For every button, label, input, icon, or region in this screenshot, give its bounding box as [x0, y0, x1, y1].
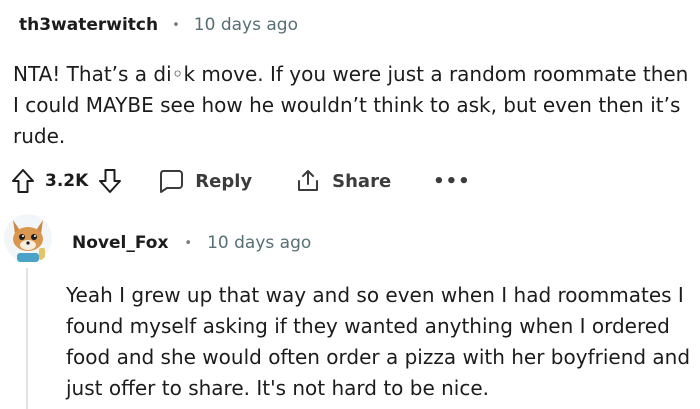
comment-username[interactable]: th3waterwitch: [19, 15, 158, 35]
vote-count: 3.2K: [45, 171, 89, 191]
reply-header: Novel_Fox • 10 days ago: [72, 228, 311, 258]
comment-bubble-icon: [160, 170, 184, 193]
downvote-button[interactable]: [98, 168, 122, 194]
meta-separator: •: [184, 235, 193, 251]
reply-label: Reply: [195, 170, 253, 192]
share-icon: [298, 170, 319, 191]
thread-line[interactable]: [26, 268, 28, 409]
comment-actions: 3.2K Reply Share •••: [11, 163, 471, 199]
upvote-button[interactable]: [11, 168, 35, 194]
comment-body: NTA! That’s a di◦k move. If you were jus…: [13, 62, 689, 148]
meta-separator: •: [172, 17, 180, 33]
comment-header: th3waterwitch • 10 days ago: [19, 10, 298, 40]
reply-username[interactable]: Novel_Fox: [72, 233, 168, 253]
comment-timestamp[interactable]: 10 days ago: [194, 15, 298, 35]
downvote-icon: [99, 169, 122, 193]
upvote-icon: [12, 169, 34, 193]
share-label: Share: [332, 170, 392, 192]
share-button[interactable]: Share: [295, 168, 391, 194]
reply-timestamp[interactable]: 10 days ago: [207, 233, 311, 253]
reply-button[interactable]: Reply: [158, 168, 252, 194]
reply-body: Yeah I grew up that way and so even when…: [66, 283, 691, 400]
more-options-button[interactable]: •••: [433, 171, 471, 192]
fox-avatar-icon[interactable]: [3, 212, 53, 264]
